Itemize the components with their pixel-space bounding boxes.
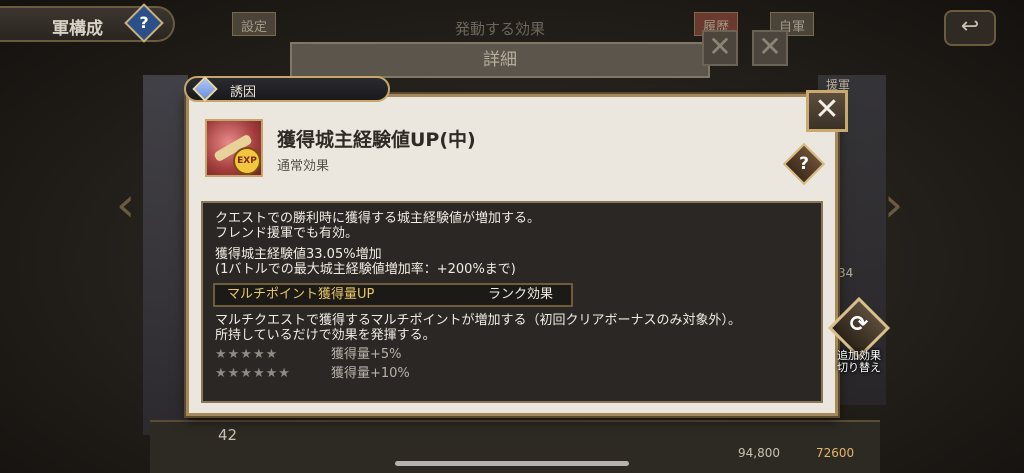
home-indicator[interactable]: [395, 461, 629, 466]
modal-category-tag: 誘因: [184, 76, 390, 102]
background-close-icon[interactable]: ✕: [702, 30, 738, 66]
tier-row: ★★★★★ 獲得量+5%: [215, 347, 809, 362]
detail-header: 詳細: [290, 42, 710, 78]
bottom-value-mid: 94,800: [738, 446, 780, 460]
bottom-value-right: 72600: [816, 446, 855, 460]
modal-tag-label: 誘因: [230, 85, 257, 100]
tier-effect: 獲得量+5%: [331, 347, 402, 362]
switch-label-line2: 切り替え: [837, 361, 881, 374]
effect-title: 獲得城主経験値UP(中): [277, 129, 476, 151]
left-arrow-icon[interactable]: ‹: [116, 170, 142, 240]
effect-detail-modal: EXP 獲得城主経験値UP(中) 通常効果 ? クエストでの勝利時に獲得する城主…: [186, 94, 838, 416]
tier-row: ★★★★★★ 獲得量+10%: [215, 366, 809, 381]
tier-effect: 獲得量+10%: [331, 366, 410, 381]
question-icon: ?: [799, 154, 809, 174]
active-effects-title: 発動する効果: [454, 20, 545, 38]
effect-subtitle: 通常効果: [277, 159, 330, 174]
effect-description-box: クエストでの勝利時に獲得する城主経験値が増加する。 フレンド援軍でも有効。 獲得…: [201, 201, 823, 403]
diamond-icon: [192, 76, 218, 102]
settings-tab[interactable]: 設定: [232, 12, 277, 36]
back-icon[interactable]: ↩: [944, 10, 996, 46]
sub-effect-description-line: マルチクエストで獲得するマルチポイントが増加する（初回クリアボーナスのみ対象外）…: [215, 313, 741, 328]
sub-effect-description-line: 所持しているだけで効果を発揮する。: [215, 328, 436, 343]
unit-card-left: [143, 75, 188, 435]
sub-effect-header: マルチポイント獲得量UP ランク効果: [213, 283, 573, 307]
description-line: フレンド援軍でも有効。: [215, 226, 359, 241]
bottom-value-left: 42: [218, 426, 238, 444]
right-arrow-icon[interactable]: ›: [884, 170, 910, 240]
effect-help-button[interactable]: ?: [782, 142, 826, 186]
sub-effect-name: マルチポイント獲得量UP: [227, 287, 375, 302]
exp-badge: EXP: [233, 147, 261, 175]
game-screen: 軍構成 ? 設定 発動する効果 履歴 自軍 詳細 ✕ ✕ ↩ 援軍 34 ‹ ›…: [0, 0, 1024, 473]
star-rating: ★★★★★: [215, 347, 279, 362]
refresh-icon: ⟳: [849, 312, 869, 337]
switch-effect-button[interactable]: ⟳ 追加効果 切り替え: [825, 296, 893, 374]
exp-effect-icon: EXP: [205, 119, 263, 177]
background-close-icon-2[interactable]: ✕: [752, 30, 788, 66]
sub-effect-rank-label: ランク効果: [487, 287, 553, 302]
header-title: 軍構成: [52, 19, 103, 39]
description-line: クエストでの勝利時に獲得する城主経験値が増加する。: [215, 211, 541, 226]
star-rating: ★★★★★★: [215, 366, 291, 381]
switch-button-label: 追加効果 切り替え: [825, 350, 893, 374]
right-card-number: 34: [838, 266, 854, 280]
description-line: (1バトルでの最大城主経験値増加率：+200%まで): [215, 262, 516, 277]
description-line: 獲得城主経験値33.05%増加: [215, 247, 382, 262]
modal-close-button[interactable]: ✕: [806, 90, 848, 132]
